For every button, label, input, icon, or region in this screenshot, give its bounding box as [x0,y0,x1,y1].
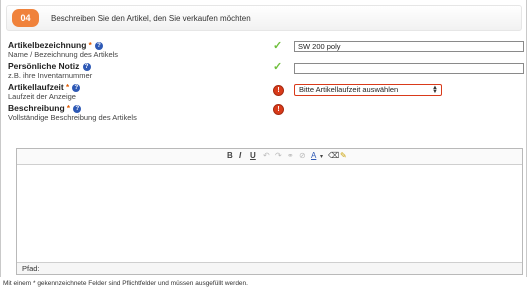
required-mark: * [65,83,70,92]
undo-icon[interactable]: ↶ [263,151,270,160]
editor-content-area[interactable] [17,164,522,262]
field-duration-label: Artikellaufzeit [8,82,64,92]
checkmark-icon: ✓ [273,40,283,52]
field-note-hint: z.B. ihre Inventarnummer [8,71,93,80]
unlink-icon[interactable]: ⊘ [299,151,306,160]
help-icon[interactable]: ? [72,84,81,92]
section-header: 04 Beschreiben Sie den Artikel, den Sie … [6,5,522,31]
description-editor: B I U ↶ ↷ ⚭ ⊘ A ▾ ⌫ ✎ Pfad: [16,148,523,275]
section-title: Beschreiben Sie den Artikel, den Sie ver… [51,14,251,23]
help-icon[interactable]: ? [95,42,103,50]
text-color-button[interactable]: A [311,151,316,160]
required-mark: * [88,41,92,50]
article-description-panel: 04 Beschreiben Sie den Artikel, den Sie … [0,0,527,277]
bold-button[interactable]: B [227,151,233,160]
required-mark: * [66,104,71,113]
error-circle-icon: ! [273,85,284,96]
field-description-label: Beschreibung [8,103,65,113]
link-icon[interactable]: ⚭ [287,151,294,160]
select-arrows-icon: ▲ ▼ [432,85,438,95]
checkmark-icon: ✓ [273,61,283,73]
editor-toolbar: B I U ↶ ↷ ⚭ ⊘ A ▾ ⌫ ✎ [17,149,522,165]
field-duration: Artikellaufzeit * ? Laufzeit der Anzeige [8,82,81,101]
italic-button[interactable]: I [239,151,241,160]
highlight-icon[interactable]: ✎ [340,151,347,160]
field-description-hint: Vollständige Beschreibung des Artikels [8,113,137,122]
step-badge: 04 [12,9,39,27]
field-title: Artikelbezeichnung * ? Name / Bezeichnun… [8,40,118,59]
field-description: Beschreibung * ? Vollständige Beschreibu… [8,103,137,122]
underline-button[interactable]: U [250,151,256,160]
field-duration-hint: Laufzeit der Anzeige [8,92,76,101]
duration-select-value: Bitte Artikellaufzeit auswählen [299,85,399,94]
duration-select[interactable]: Bitte Artikellaufzeit auswählen ▲ ▼ [294,84,442,96]
eraser-icon[interactable]: ⌫ [328,151,339,160]
help-icon[interactable]: ? [82,63,91,71]
field-note-label: Persönliche Notiz [8,61,80,71]
note-input[interactable] [294,63,524,74]
field-title-label: Artikelbezeichnung [8,40,87,50]
error-circle-icon: ! [273,104,284,115]
title-input[interactable] [294,41,524,52]
editor-path-bar: Pfad: [17,262,522,274]
field-note: Persönliche Notiz ? z.B. ihre Inventarnu… [8,61,92,80]
help-icon[interactable]: ? [73,105,82,113]
redo-icon[interactable]: ↷ [275,151,282,160]
chevron-down-icon[interactable]: ▾ [320,153,323,160]
field-title-hint: Name / Bezeichnung des Artikels [8,50,119,59]
required-fields-note: Mit einem * gekennzeichnete Felder sind … [3,280,248,287]
